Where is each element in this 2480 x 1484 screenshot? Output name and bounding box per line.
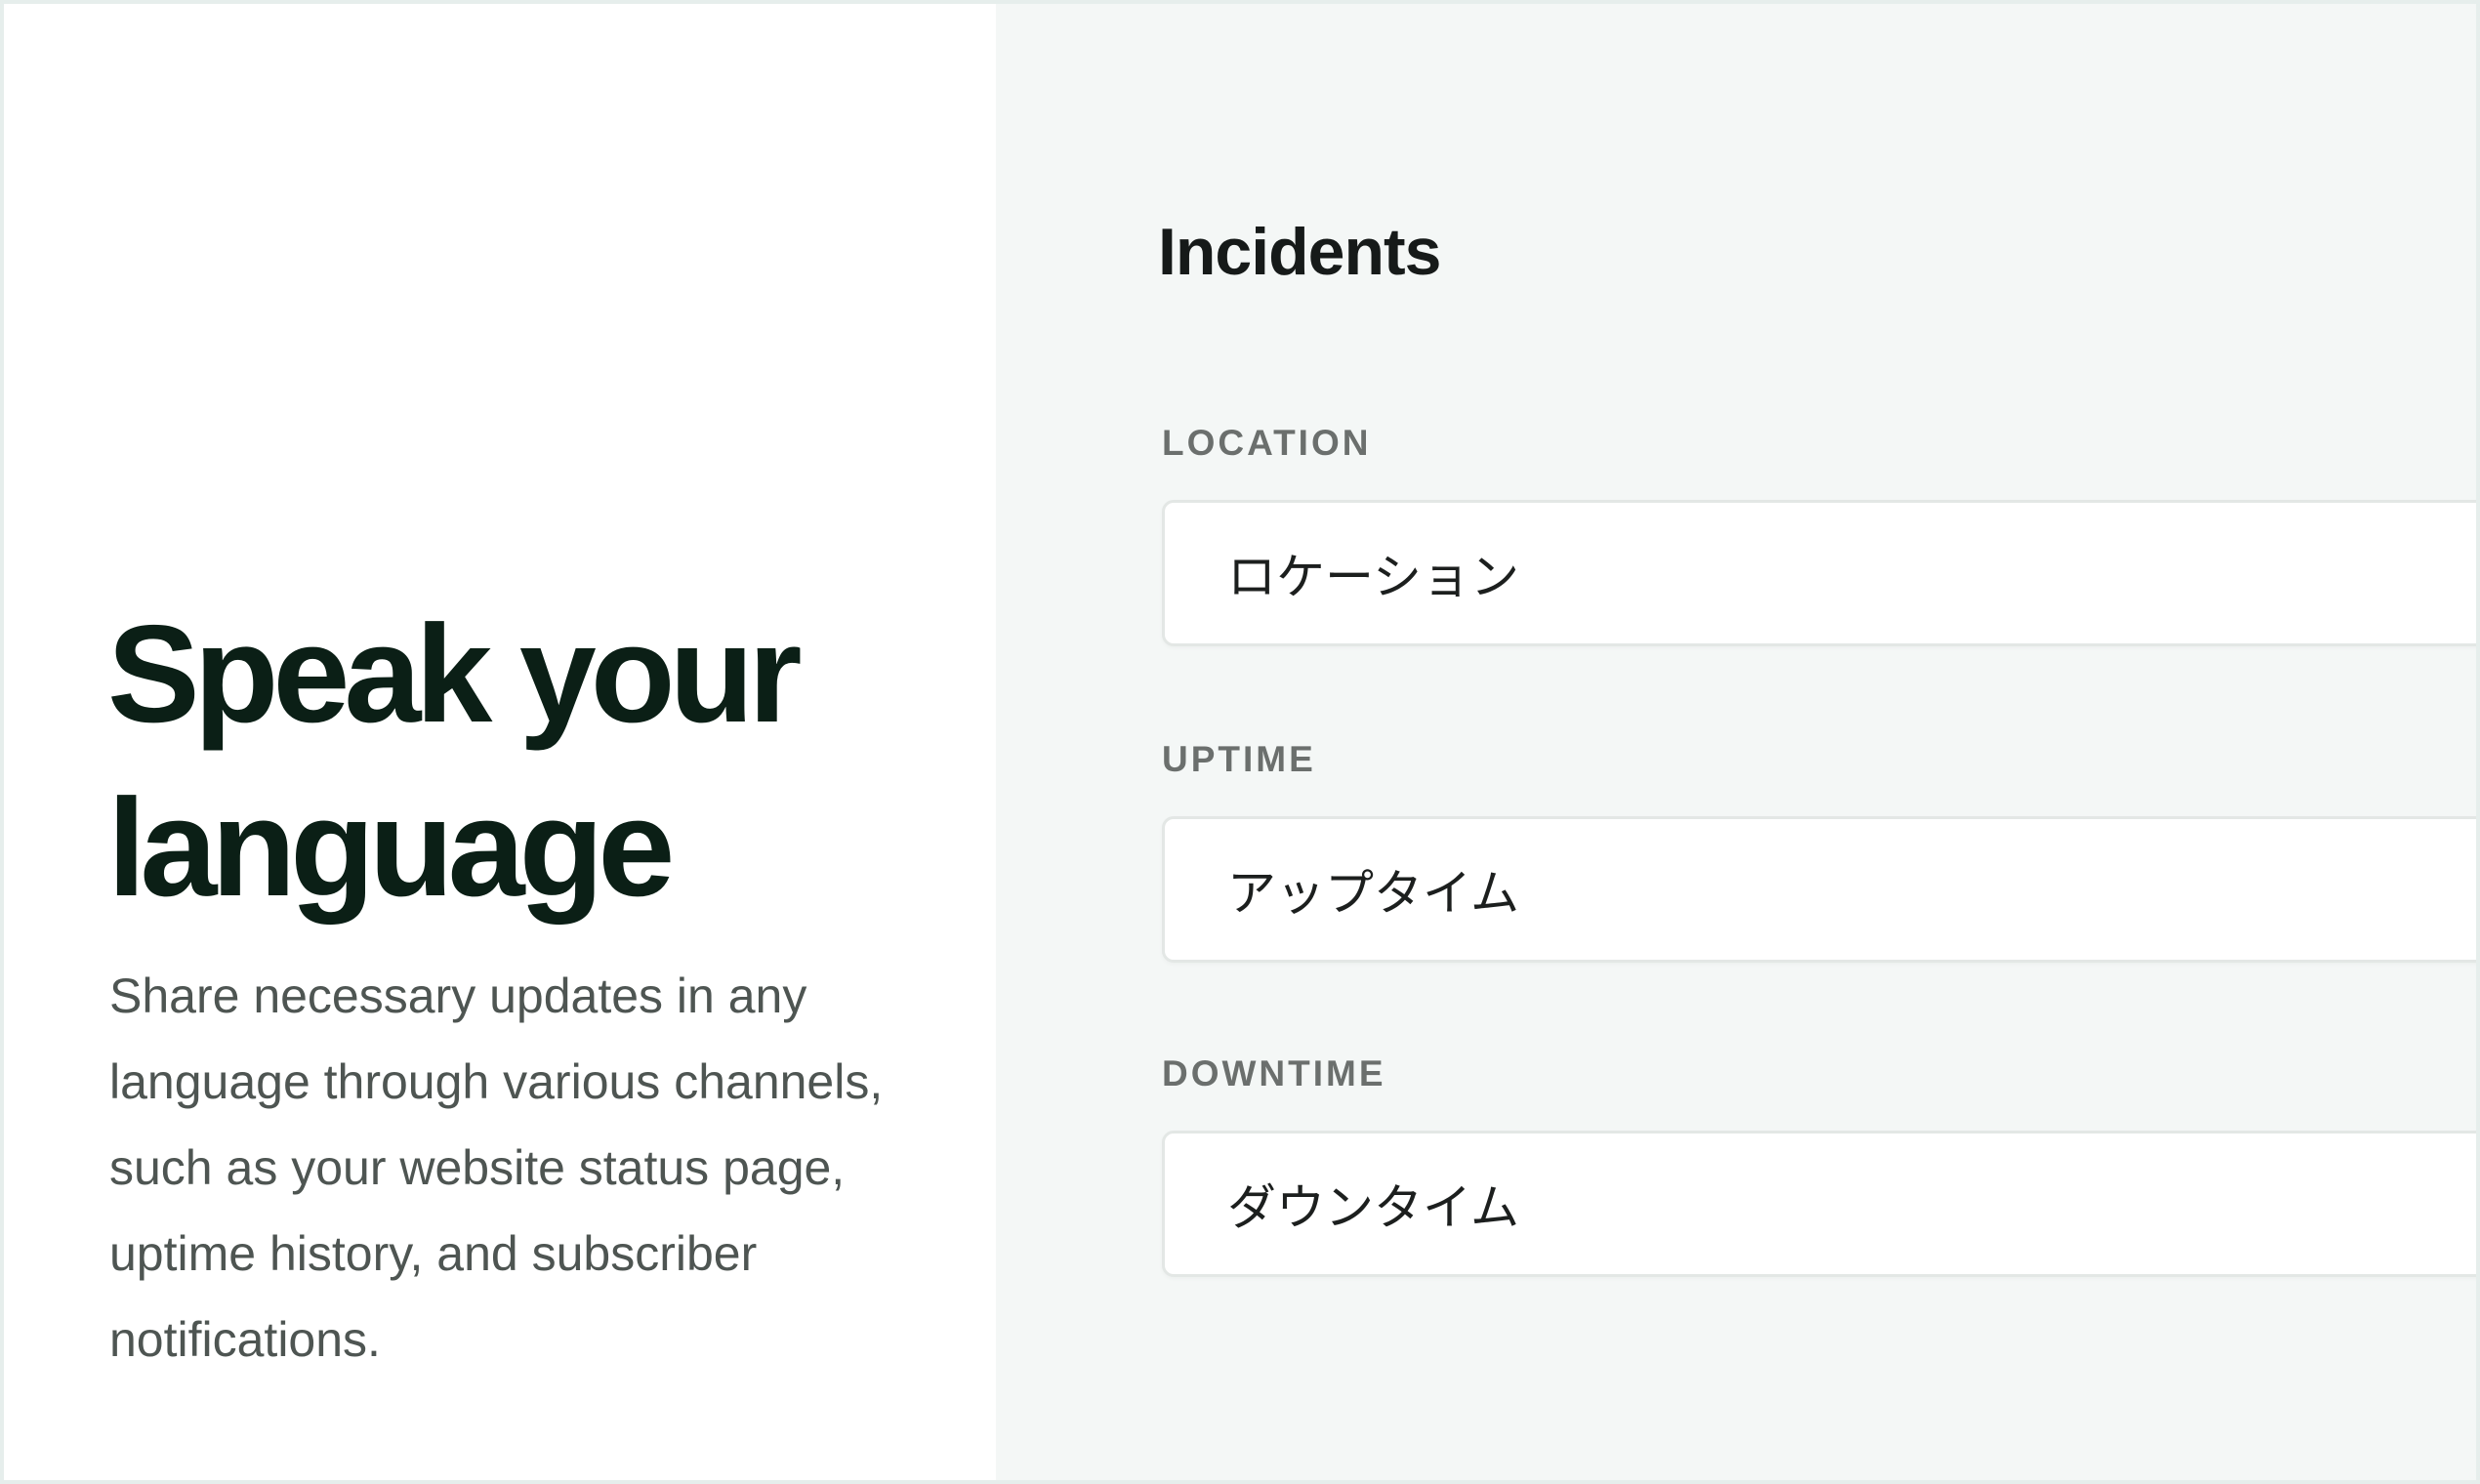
uptime-field-group: UPTIME xyxy=(1162,738,2476,963)
panel-title: Incidents xyxy=(1158,215,1441,289)
headline-line-1: Speak your xyxy=(107,597,803,752)
downtime-field-group: DOWNTIME xyxy=(1162,1052,2476,1277)
location-input[interactable] xyxy=(1162,500,2476,646)
page-frame: Speak your language Share necessary upda… xyxy=(0,0,2480,1484)
uptime-input[interactable] xyxy=(1162,816,2476,963)
headline: Speak your language xyxy=(107,588,967,935)
description-text: Share necessary updates in any language … xyxy=(109,969,884,1367)
downtime-label: DOWNTIME xyxy=(1162,1053,1386,1093)
headline-line-2: language xyxy=(107,770,675,926)
location-field-group: LOCATION xyxy=(1162,422,2476,646)
downtime-input[interactable] xyxy=(1162,1131,2476,1277)
location-label: LOCATION xyxy=(1162,423,1372,463)
uptime-label: UPTIME xyxy=(1162,739,1316,779)
marketing-panel: Speak your language Share necessary upda… xyxy=(4,4,996,1480)
incidents-settings-panel: Incidents LOCATION UPTIME DOWNTIME xyxy=(996,4,2476,1480)
